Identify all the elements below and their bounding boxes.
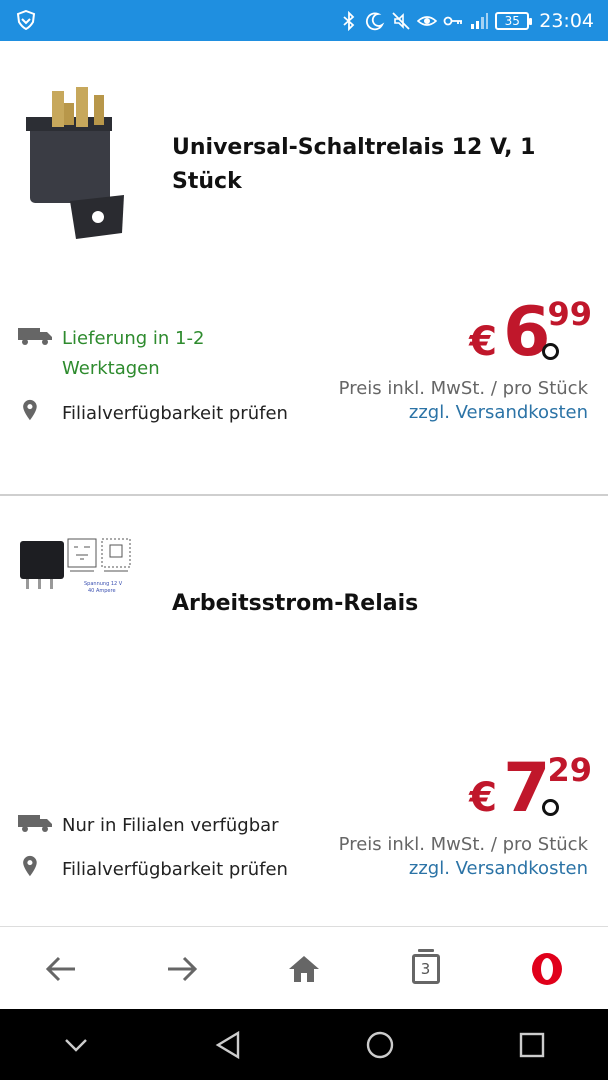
home-button[interactable]	[274, 939, 334, 999]
delivery-text: Nur in Filialen verfügbar	[62, 815, 279, 836]
hide-keyboard-button[interactable]	[46, 1015, 106, 1075]
shipping-link[interactable]: zzgl. Versandkosten	[339, 401, 588, 425]
product-card[interactable]: Universal-Schaltrelais 12 V, 1 Stück Lie…	[0, 41, 608, 496]
price-info: Preis inkl. MwSt. / pro Stück zzgl. Vers…	[339, 833, 588, 881]
system-nav-bar	[0, 1009, 608, 1080]
chevron-down-icon	[65, 1038, 87, 1052]
price-separator	[542, 343, 560, 360]
price-main: 6	[503, 293, 550, 372]
key-icon	[443, 16, 463, 26]
product-title[interactable]: Arbeitsstrom-Relais	[172, 587, 572, 621]
availability-link[interactable]: Filialverfügbarkeit prüfen	[62, 855, 288, 885]
location-pin-icon	[23, 855, 37, 877]
product-card[interactable]: Spannung 12 V 40 Ampere Arbeitsstrom-Rel…	[0, 497, 608, 927]
triangle-back-icon	[215, 1030, 240, 1059]
delivery-text: Lieferung in 1-2 Werktagen	[62, 328, 205, 379]
clock: 23:04	[539, 10, 594, 32]
relay-with-diagram-image[interactable]: Spannung 12 V 40 Ampere	[18, 537, 132, 597]
tabs-button[interactable]: 3	[396, 939, 456, 999]
browser-nav-bar: 3	[0, 928, 608, 1009]
location-pin-icon	[23, 399, 37, 421]
circle-home-icon	[366, 1031, 394, 1058]
opera-icon	[532, 952, 563, 985]
delivery-info: Nur in Filialen verfügbar	[18, 811, 279, 841]
image-caption-voltage: Spannung 12 V	[84, 581, 123, 587]
price-main: 7	[503, 749, 550, 828]
store-availability[interactable]: Filialverfügbarkeit prüfen	[18, 855, 288, 885]
store-availability[interactable]: Filialverfügbarkeit prüfen	[18, 399, 288, 429]
forward-button[interactable]	[152, 939, 212, 999]
price-note: Preis inkl. MwSt. / pro Stück	[338, 378, 588, 399]
forward-arrow-icon	[168, 956, 198, 981]
signal-icon	[471, 13, 489, 29]
home-icon	[288, 955, 319, 982]
truck-icon	[18, 328, 52, 345]
delivery-info: Lieferung in 1-2 Werktagen	[18, 324, 212, 384]
bluetooth-icon	[343, 11, 355, 31]
price-note: Preis inkl. MwSt. / pro Stück	[338, 834, 588, 855]
shield-icon	[16, 10, 36, 30]
shipping-link[interactable]: zzgl. Versandkosten	[339, 857, 588, 881]
price-info: Preis inkl. MwSt. / pro Stück zzgl. Vers…	[339, 377, 588, 425]
mute-icon	[392, 12, 410, 30]
battery-icon: 35	[495, 12, 533, 30]
price-separator	[542, 799, 560, 816]
square-recents-icon	[519, 1032, 545, 1057]
price-currency: €	[469, 775, 498, 821]
price-cents: 99	[547, 295, 592, 333]
availability-link[interactable]: Filialverfügbarkeit prüfen	[62, 399, 288, 429]
image-caption-ampere: 40 Ampere	[88, 588, 116, 594]
tabs-count: 3	[420, 959, 431, 978]
status-bar: 35 23:04	[0, 0, 608, 41]
system-home-button[interactable]	[350, 1015, 410, 1075]
system-recents-button[interactable]	[502, 1015, 562, 1075]
price-cents: 29	[547, 751, 592, 789]
back-button[interactable]	[31, 939, 91, 999]
back-arrow-icon	[45, 956, 75, 981]
eye-icon	[417, 16, 438, 26]
system-back-button[interactable]	[198, 1015, 258, 1075]
price: € 7 29	[469, 749, 592, 828]
relay-product-image[interactable]	[20, 83, 132, 243]
price-currency: €	[469, 319, 498, 365]
price: € 6 99	[469, 293, 592, 372]
moon-icon	[366, 12, 385, 31]
product-title[interactable]: Universal-Schaltrelais 12 V, 1 Stück	[172, 131, 572, 199]
opera-menu-button[interactable]	[517, 939, 577, 999]
tabs-icon: 3	[411, 948, 440, 984]
truck-icon	[18, 815, 52, 832]
